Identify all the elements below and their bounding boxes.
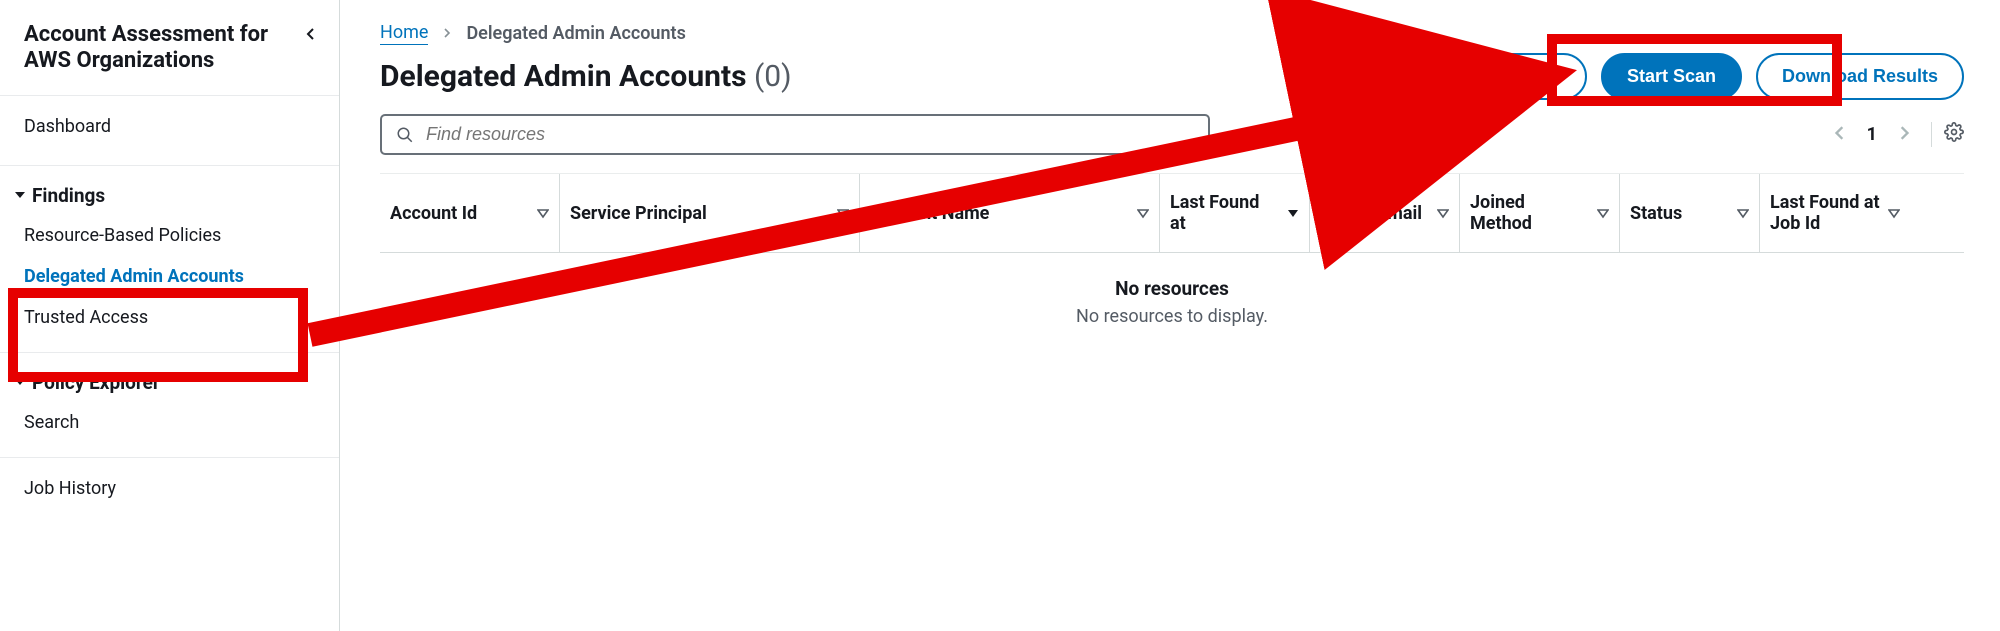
column-label: Admin Email	[1320, 203, 1422, 224]
sidebar: Account Assessment for AWS Organizations…	[0, 0, 340, 631]
start-scan-button[interactable]: Start Scan	[1601, 53, 1742, 100]
prev-page-button[interactable]	[1833, 124, 1847, 145]
sort-icon[interactable]	[1287, 203, 1299, 224]
findings-label: Findings	[32, 184, 105, 207]
triangle-down-icon	[14, 189, 26, 201]
data-table: Account Id Service Principal Account Name L…	[380, 173, 1964, 351]
search-icon	[396, 126, 414, 144]
column-header[interactable]: Admin Email	[1310, 174, 1460, 252]
table-header-row: Account Id Service Principal Account Name L…	[380, 174, 1964, 253]
sort-icon[interactable]	[1597, 203, 1609, 224]
breadcrumb: Home Delegated Admin Accounts	[380, 22, 1964, 45]
next-page-button[interactable]	[1897, 124, 1911, 145]
page-title-text: Delegated Admin Accounts	[380, 59, 747, 94]
sidebar-item-trusted-access[interactable]: Trusted Access	[0, 297, 339, 338]
page-number: 1	[1867, 124, 1877, 145]
triangle-down-icon	[14, 376, 26, 388]
column-label: Account Id	[390, 203, 477, 224]
sidebar-section-policy-explorer[interactable]: Policy Explorer	[0, 359, 339, 402]
refresh-icon	[1468, 65, 1486, 88]
column-label: Service Principal	[570, 203, 707, 224]
column-header[interactable]: Last Found at Job Id	[1760, 174, 1910, 252]
settings-button[interactable]	[1931, 122, 1964, 147]
main-content: Home Delegated Admin Accounts Delegated …	[340, 0, 2000, 631]
gear-icon	[1944, 122, 1964, 142]
empty-state: No resources No resources to display.	[380, 253, 1964, 351]
sidebar-item-delegated-admin[interactable]: Delegated Admin Accounts	[0, 256, 339, 297]
breadcrumb-home[interactable]: Home	[380, 22, 428, 45]
sort-icon[interactable]	[1888, 203, 1900, 224]
sidebar-item-dashboard[interactable]: Dashboard	[0, 102, 339, 151]
refresh-label: Refresh	[1494, 66, 1561, 87]
collapse-sidebar-icon[interactable]	[299, 22, 323, 51]
sidebar-item-search[interactable]: Search	[0, 402, 339, 443]
empty-title: No resources	[380, 277, 1964, 300]
search-box[interactable]	[380, 114, 1210, 155]
app-title: Account Assessment for AWS Organizations	[24, 22, 299, 75]
action-bar: Refresh Start Scan Download Results	[1442, 53, 1964, 100]
column-header[interactable]: Service Principal	[560, 174, 860, 252]
column-label: Last Found at	[1170, 192, 1279, 234]
sort-icon[interactable]	[837, 203, 849, 224]
breadcrumb-current: Delegated Admin Accounts	[466, 23, 685, 44]
column-label: Last Found at Job Id	[1770, 192, 1880, 234]
policy-explorer-label: Policy Explorer	[32, 371, 160, 394]
sort-icon[interactable]	[1737, 203, 1749, 224]
column-header[interactable]: Last Found at	[1160, 174, 1310, 252]
sort-icon[interactable]	[1437, 203, 1449, 224]
column-label: Account Name	[870, 203, 989, 224]
page-title: Delegated Admin Accounts (0)	[380, 59, 792, 94]
column-header[interactable]: Joined Method	[1460, 174, 1620, 252]
sort-icon[interactable]	[537, 203, 549, 224]
empty-subtitle: No resources to display.	[380, 306, 1964, 327]
sidebar-item-job-history[interactable]: Job History	[0, 464, 339, 513]
column-label: Status	[1630, 203, 1682, 224]
sidebar-item-rbp[interactable]: Resource-Based Policies	[0, 215, 339, 256]
column-header[interactable]: Account Name	[860, 174, 1160, 252]
sidebar-section-findings[interactable]: Findings	[0, 172, 339, 215]
column-header[interactable]: Status	[1620, 174, 1760, 252]
pagination: 1	[1833, 122, 1964, 147]
sort-icon[interactable]	[1137, 203, 1149, 224]
refresh-button[interactable]: Refresh	[1442, 53, 1587, 100]
column-header[interactable]: Account Id	[380, 174, 560, 252]
column-label: Joined Method	[1470, 192, 1589, 234]
page-title-count: (0)	[754, 59, 792, 94]
chevron-right-icon	[442, 26, 452, 42]
download-results-button[interactable]: Download Results	[1756, 53, 1964, 100]
search-input[interactable]	[426, 124, 1194, 145]
